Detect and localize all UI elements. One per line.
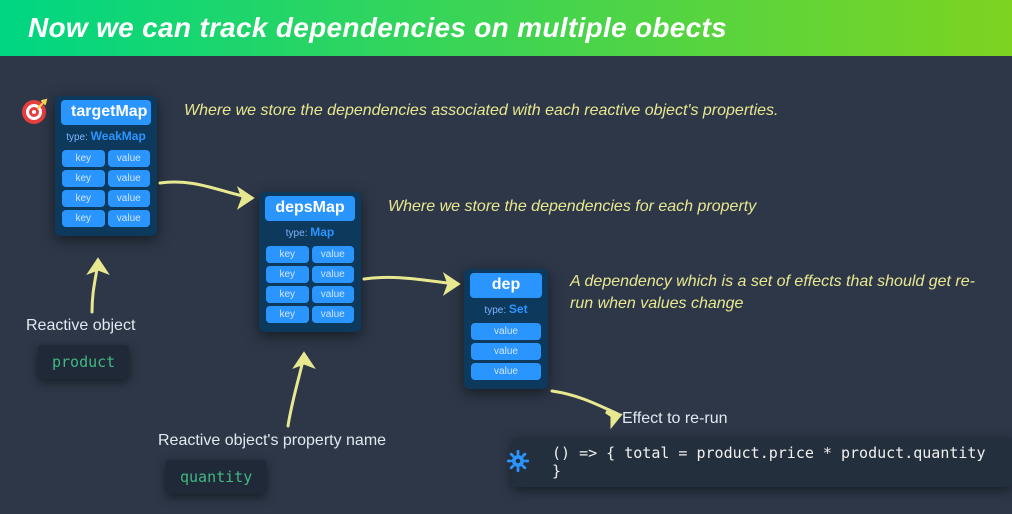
effect-code: () => { total = product.price * product.… <box>512 438 1012 487</box>
cell-v: value <box>471 343 541 360</box>
effect-code-text: () => { total = product.price * product.… <box>552 444 985 480</box>
targetmap-box: targetMap type: WeakMap keyvaluekeyvalue… <box>55 96 157 236</box>
arrows-overlay <box>0 0 1012 514</box>
targetmap-title: targetMap <box>61 100 151 125</box>
dep-title: dep <box>470 273 542 298</box>
cell-v: value <box>312 306 355 323</box>
cell-k: key <box>62 170 105 187</box>
cell-v: value <box>312 286 355 303</box>
dep-type: type: Set <box>468 300 544 320</box>
dep-box: dep type: Set value value value <box>464 269 548 389</box>
cell-v: value <box>108 210 151 227</box>
reactive-object-label: Reactive object <box>26 317 135 335</box>
cell-k: key <box>266 306 309 323</box>
cell-v: value <box>108 190 151 207</box>
code-chip-quantity: quantity <box>166 460 266 494</box>
cell-k: key <box>62 190 105 207</box>
dep-desc: A dependency which is a set of effects t… <box>570 271 990 316</box>
title-banner: Now we can track dependencies on multipl… <box>0 0 1012 56</box>
cell-v: value <box>108 170 151 187</box>
depsmap-title: depsMap <box>265 196 355 221</box>
cell-v: value <box>108 150 151 167</box>
cell-v: value <box>312 266 355 283</box>
code-chip-product: product <box>38 345 129 379</box>
cell-k: key <box>62 210 105 227</box>
dep-rows: value value value <box>468 320 544 383</box>
gear-icon <box>506 449 530 477</box>
depsmap-rows: keyvaluekeyvaluekeyvaluekeyvalue <box>263 243 357 326</box>
targetmap-type: type: WeakMap <box>59 127 153 147</box>
cell-v: value <box>312 246 355 263</box>
target-icon <box>20 98 48 126</box>
depsmap-type: type: Map <box>263 223 357 243</box>
slide-title: Now we can track dependencies on multipl… <box>28 12 727 44</box>
effect-label: Effect to re-run <box>622 410 728 428</box>
reactive-prop-label: Reactive object's property name <box>158 432 386 450</box>
cell-k: key <box>62 150 105 167</box>
targetmap-desc: Where we store the dependencies associat… <box>184 100 964 122</box>
depsmap-desc: Where we store the dependencies for each… <box>388 196 968 218</box>
cell-k: key <box>266 246 309 263</box>
cell-v: value <box>471 363 541 380</box>
cell-k: key <box>266 266 309 283</box>
cell-v: value <box>471 323 541 340</box>
cell-k: key <box>266 286 309 303</box>
targetmap-rows: keyvaluekeyvaluekeyvaluekeyvalue <box>59 147 153 230</box>
depsmap-box: depsMap type: Map keyvaluekeyvaluekeyval… <box>259 192 361 332</box>
